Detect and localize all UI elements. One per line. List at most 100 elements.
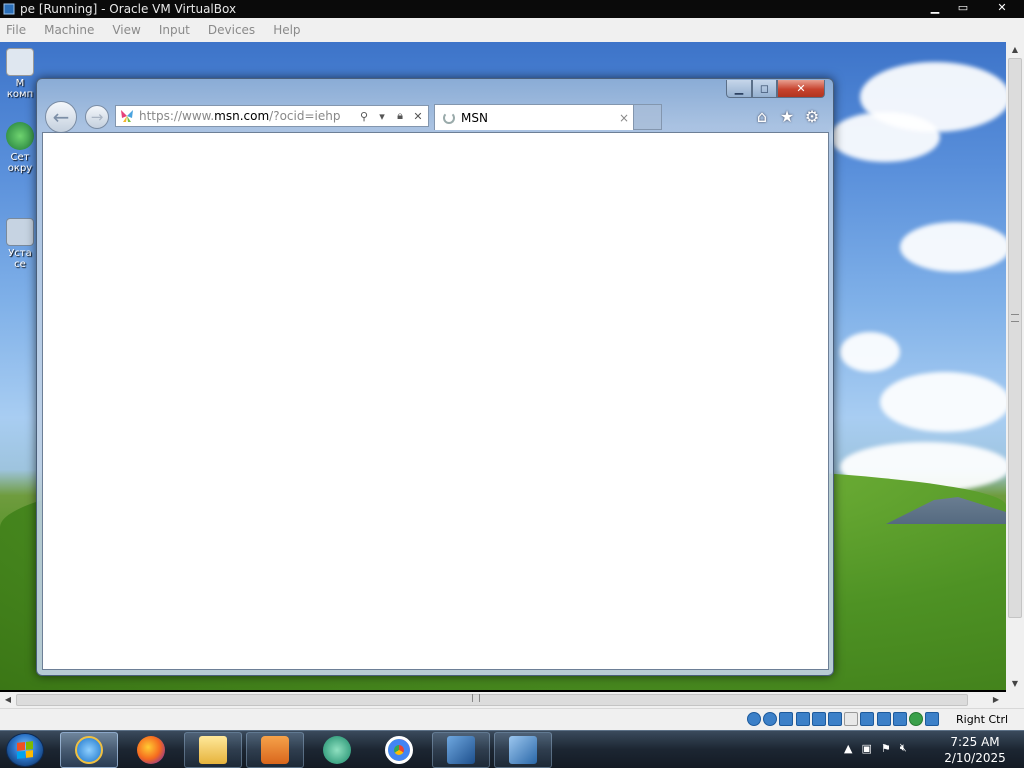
host-close-button[interactable]: ✕ (984, 0, 1020, 14)
scroll-grip-icon (1011, 314, 1019, 322)
guest-taskbar: ▲ ▣ ⚑ 🔇︎ 7:25 AM 2/10/2025 (0, 730, 1024, 768)
menu-input[interactable]: Input (159, 23, 190, 37)
media-player-icon (261, 736, 289, 764)
scroll-grip-icon (472, 694, 480, 702)
taskbar-network[interactable] (308, 732, 366, 768)
host-title-bar: pe [Running] - Oracle VM VirtualBox ▁ ▭ … (0, 0, 1024, 18)
chrome-icon (385, 736, 413, 764)
install-icon (6, 218, 34, 246)
desktop-icon-network[interactable]: Сет окру (2, 122, 38, 174)
taskbar-internet-explorer[interactable] (60, 732, 118, 768)
ie-maximize-button[interactable]: ◻ (752, 80, 777, 98)
optical-drive-icon[interactable] (763, 712, 778, 726)
video-capture-icon[interactable] (860, 712, 875, 726)
favorites-star-icon[interactable]: ★ (778, 107, 796, 126)
address-bar[interactable]: https://www.msn.com/?ocid=iehp ⚲ ▾ 🔒︎ ✕ (115, 105, 429, 127)
host-key-label: Right Ctrl (956, 713, 1009, 726)
tab-msn[interactable]: MSN × (434, 104, 634, 130)
clock-time: 7:25 AM (950, 735, 1000, 749)
taskbar-windows-explorer[interactable] (184, 732, 242, 768)
scroll-up-icon[interactable]: ▲ (1006, 42, 1024, 58)
back-button[interactable]: ← (45, 101, 77, 133)
start-button[interactable] (6, 733, 44, 767)
network-globe-icon (323, 736, 351, 764)
status-device-icons (747, 712, 941, 726)
internet-explorer-window: ▁ ◻ ✕ ← → https://www.msn.com/?ocid=iehp… (36, 78, 834, 676)
guest-additions-icon[interactable] (908, 712, 923, 726)
usb-icon[interactable] (811, 712, 826, 726)
taskbar-clock[interactable]: 7:25 AM 2/10/2025 (936, 734, 1014, 766)
page-content-area[interactable] (42, 132, 829, 670)
clock-date: 2/10/2025 (944, 751, 1006, 765)
menu-help[interactable]: Help (273, 23, 300, 37)
menu-file[interactable]: File (6, 23, 26, 37)
virtualbox-icon (447, 736, 475, 764)
taskbar-virtualbox[interactable] (432, 732, 490, 768)
horizontal-scroll-thumb[interactable] (16, 694, 968, 706)
dropdown-chevron-icon[interactable]: ▾ (374, 108, 390, 124)
search-icon[interactable]: ⚲ (356, 108, 372, 124)
mouse-integration-icon[interactable] (925, 712, 940, 726)
firefox-icon (137, 736, 165, 764)
url-suffix: /?ocid=iehp (269, 109, 341, 123)
loading-spinner-icon (443, 111, 455, 124)
virtualbox-icon (3, 3, 15, 15)
host-minimize-button[interactable]: ▁ (920, 0, 950, 14)
settings-gear-icon[interactable]: ⚙ (803, 107, 821, 126)
desktop-icon-label: Уста се (8, 248, 32, 270)
scroll-right-icon[interactable]: ▶ (988, 692, 1004, 708)
host-maximize-button[interactable]: ▭ (948, 0, 978, 14)
network-icon (6, 122, 34, 150)
hard-disk-icon[interactable] (747, 712, 761, 726)
scrollbar-corner (1006, 692, 1024, 708)
shared-folders-icon[interactable] (827, 712, 842, 726)
home-icon[interactable]: ⌂ (753, 107, 771, 126)
forward-button[interactable]: → (85, 105, 109, 129)
desktop-icon-label: М комп (6, 78, 34, 100)
menu-view[interactable]: View (112, 23, 140, 37)
action-center-flag-icon[interactable]: ⚑ (881, 742, 891, 755)
system-tray: ▲ ▣ ⚑ 🔇︎ (844, 741, 916, 755)
taskbar-media-player[interactable] (246, 732, 304, 768)
msn-butterfly-icon (121, 110, 133, 122)
audio-icon[interactable] (779, 712, 794, 726)
taskbar-win7-64[interactable] (494, 732, 552, 768)
show-hidden-icons-icon[interactable]: ▲ (844, 742, 852, 755)
new-tab-button[interactable] (634, 104, 662, 130)
url-domain: msn.com (214, 109, 270, 123)
display-icon[interactable] (844, 712, 859, 726)
tab-close-icon[interactable]: × (619, 111, 629, 125)
win7-64-icon (509, 736, 537, 764)
windows-logo-icon (17, 741, 33, 759)
url-prefix: https://www. (139, 109, 215, 123)
address-url: https://www.msn.com/?ocid=iehp (139, 109, 356, 123)
desktop-icon-install[interactable]: Уста се (2, 218, 38, 270)
desktop-icon-label: Сет окру (7, 152, 33, 174)
host-menu-bar: File Machine View Input Devices Help (0, 18, 1024, 42)
internet-explorer-icon (75, 736, 103, 764)
host-vertical-scrollbar[interactable]: ▲ ▼ (1006, 42, 1024, 692)
stop-icon[interactable]: ✕ (410, 108, 426, 124)
cpu-icon[interactable] (892, 712, 907, 726)
ie-minimize-button[interactable]: ▁ (726, 80, 752, 98)
ie-close-button[interactable]: ✕ (777, 80, 825, 98)
vertical-scroll-thumb[interactable] (1008, 58, 1022, 618)
folder-icon (199, 736, 227, 764)
scroll-down-icon[interactable]: ▼ (1006, 676, 1024, 692)
network-adapter-icon[interactable] (795, 712, 810, 726)
host-horizontal-scrollbar[interactable]: ◀ ▶ (0, 692, 1006, 708)
volume-muted-icon[interactable]: 🔇︎ (900, 741, 907, 755)
network-status-icon[interactable]: ▣ (861, 742, 871, 755)
taskbar-firefox[interactable] (122, 732, 180, 768)
host-status-bar: Right Ctrl (0, 708, 1024, 730)
scroll-left-icon[interactable]: ◀ (0, 692, 16, 708)
host-window-title: pe [Running] - Oracle VM VirtualBox (20, 2, 237, 16)
taskbar-chrome[interactable] (370, 732, 428, 768)
back-arrow-icon: ← (52, 105, 70, 129)
menu-machine[interactable]: Machine (44, 23, 94, 37)
virtualization-icon[interactable] (876, 712, 891, 726)
computer-icon (6, 48, 34, 76)
menu-devices[interactable]: Devices (208, 23, 255, 37)
desktop-icon-computer[interactable]: М комп (2, 48, 38, 100)
lock-icon[interactable]: 🔒︎ (392, 108, 408, 124)
